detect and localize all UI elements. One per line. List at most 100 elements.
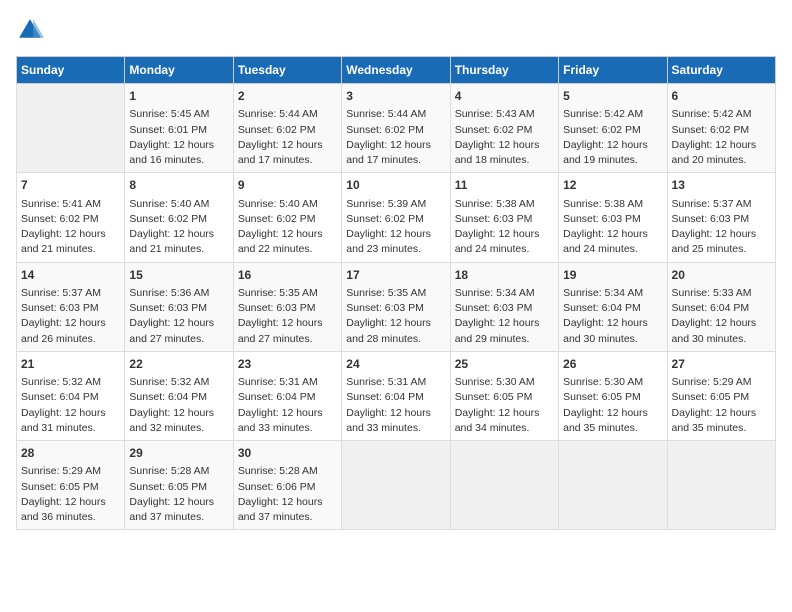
day-info: Sunset: 6:05 PM (563, 390, 662, 405)
day-info: Sunset: 6:03 PM (563, 212, 662, 227)
day-info: Sunset: 6:04 PM (672, 301, 771, 316)
day-cell: 16Sunrise: 5:35 AMSunset: 6:03 PMDayligh… (233, 262, 341, 351)
day-info: Sunrise: 5:30 AM (563, 375, 662, 390)
day-info: Daylight: 12 hours (21, 406, 120, 421)
day-info: Daylight: 12 hours (346, 316, 445, 331)
day-cell: 18Sunrise: 5:34 AMSunset: 6:03 PMDayligh… (450, 262, 558, 351)
day-info: Daylight: 12 hours (563, 316, 662, 331)
day-info: Daylight: 12 hours (455, 316, 554, 331)
day-info: and 17 minutes. (238, 153, 337, 168)
day-info: and 37 minutes. (238, 510, 337, 525)
day-info: and 35 minutes. (672, 421, 771, 436)
day-info: Sunset: 6:02 PM (563, 123, 662, 138)
day-info: and 28 minutes. (346, 332, 445, 347)
day-info: Daylight: 12 hours (129, 406, 228, 421)
day-number: 6 (672, 88, 771, 105)
week-row-4: 21Sunrise: 5:32 AMSunset: 6:04 PMDayligh… (17, 351, 776, 440)
day-info: Sunrise: 5:32 AM (21, 375, 120, 390)
day-info: Sunrise: 5:29 AM (21, 464, 120, 479)
calendar-table: SundayMondayTuesdayWednesdayThursdayFrid… (16, 56, 776, 530)
day-info: Daylight: 12 hours (21, 495, 120, 510)
day-info: and 20 minutes. (672, 153, 771, 168)
header-cell-sunday: Sunday (17, 57, 125, 84)
day-info: Sunset: 6:05 PM (672, 390, 771, 405)
day-info: Sunrise: 5:28 AM (238, 464, 337, 479)
week-row-1: 1Sunrise: 5:45 AMSunset: 6:01 PMDaylight… (17, 84, 776, 173)
day-cell: 12Sunrise: 5:38 AMSunset: 6:03 PMDayligh… (559, 173, 667, 262)
day-info: and 32 minutes. (129, 421, 228, 436)
day-info: Sunset: 6:03 PM (21, 301, 120, 316)
day-cell: 6Sunrise: 5:42 AMSunset: 6:02 PMDaylight… (667, 84, 775, 173)
day-info: Daylight: 12 hours (238, 316, 337, 331)
day-number: 28 (21, 445, 120, 462)
day-info: Sunset: 6:01 PM (129, 123, 228, 138)
day-info: Daylight: 12 hours (672, 406, 771, 421)
day-info: Sunrise: 5:40 AM (129, 197, 228, 212)
day-info: and 23 minutes. (346, 242, 445, 257)
day-info: Sunset: 6:03 PM (672, 212, 771, 227)
page-header (16, 16, 776, 44)
header-cell-friday: Friday (559, 57, 667, 84)
day-info: and 37 minutes. (129, 510, 228, 525)
day-info: Daylight: 12 hours (672, 138, 771, 153)
day-cell: 19Sunrise: 5:34 AMSunset: 6:04 PMDayligh… (559, 262, 667, 351)
day-number: 8 (129, 177, 228, 194)
day-info: Sunrise: 5:36 AM (129, 286, 228, 301)
day-info: Sunrise: 5:42 AM (563, 107, 662, 122)
day-info: and 35 minutes. (563, 421, 662, 436)
day-info: and 29 minutes. (455, 332, 554, 347)
header-cell-saturday: Saturday (667, 57, 775, 84)
day-info: Sunset: 6:05 PM (455, 390, 554, 405)
day-info: Sunrise: 5:30 AM (455, 375, 554, 390)
day-number: 16 (238, 267, 337, 284)
day-number: 4 (455, 88, 554, 105)
header-cell-wednesday: Wednesday (342, 57, 450, 84)
day-info: and 21 minutes. (129, 242, 228, 257)
day-info: and 22 minutes. (238, 242, 337, 257)
day-info: Sunset: 6:03 PM (129, 301, 228, 316)
day-info: Sunrise: 5:33 AM (672, 286, 771, 301)
day-number: 2 (238, 88, 337, 105)
day-info: Sunrise: 5:41 AM (21, 197, 120, 212)
header-cell-monday: Monday (125, 57, 233, 84)
day-info: Sunset: 6:02 PM (238, 123, 337, 138)
day-info: and 30 minutes. (563, 332, 662, 347)
day-number: 21 (21, 356, 120, 373)
day-cell: 22Sunrise: 5:32 AMSunset: 6:04 PMDayligh… (125, 351, 233, 440)
day-cell: 13Sunrise: 5:37 AMSunset: 6:03 PMDayligh… (667, 173, 775, 262)
day-info: Daylight: 12 hours (563, 406, 662, 421)
day-info: Daylight: 12 hours (346, 138, 445, 153)
day-info: Sunset: 6:04 PM (238, 390, 337, 405)
day-info: Sunset: 6:05 PM (129, 480, 228, 495)
day-info: Daylight: 12 hours (238, 138, 337, 153)
day-info: Sunset: 6:02 PM (129, 212, 228, 227)
day-number: 17 (346, 267, 445, 284)
day-cell: 4Sunrise: 5:43 AMSunset: 6:02 PMDaylight… (450, 84, 558, 173)
day-info: Sunset: 6:04 PM (21, 390, 120, 405)
day-info: Daylight: 12 hours (129, 316, 228, 331)
day-cell: 20Sunrise: 5:33 AMSunset: 6:04 PMDayligh… (667, 262, 775, 351)
day-info: and 16 minutes. (129, 153, 228, 168)
week-row-3: 14Sunrise: 5:37 AMSunset: 6:03 PMDayligh… (17, 262, 776, 351)
day-number: 30 (238, 445, 337, 462)
day-info: and 21 minutes. (21, 242, 120, 257)
day-number: 24 (346, 356, 445, 373)
day-number: 25 (455, 356, 554, 373)
day-info: Daylight: 12 hours (455, 138, 554, 153)
day-number: 3 (346, 88, 445, 105)
day-number: 5 (563, 88, 662, 105)
day-number: 15 (129, 267, 228, 284)
day-cell: 14Sunrise: 5:37 AMSunset: 6:03 PMDayligh… (17, 262, 125, 351)
day-info: Daylight: 12 hours (129, 227, 228, 242)
day-number: 12 (563, 177, 662, 194)
day-info: Daylight: 12 hours (672, 227, 771, 242)
day-cell: 30Sunrise: 5:28 AMSunset: 6:06 PMDayligh… (233, 441, 341, 530)
day-number: 29 (129, 445, 228, 462)
day-number: 27 (672, 356, 771, 373)
day-info: Sunrise: 5:34 AM (455, 286, 554, 301)
header-row: SundayMondayTuesdayWednesdayThursdayFrid… (17, 57, 776, 84)
logo-icon (16, 16, 44, 44)
day-cell: 23Sunrise: 5:31 AMSunset: 6:04 PMDayligh… (233, 351, 341, 440)
day-cell: 25Sunrise: 5:30 AMSunset: 6:05 PMDayligh… (450, 351, 558, 440)
day-cell: 26Sunrise: 5:30 AMSunset: 6:05 PMDayligh… (559, 351, 667, 440)
